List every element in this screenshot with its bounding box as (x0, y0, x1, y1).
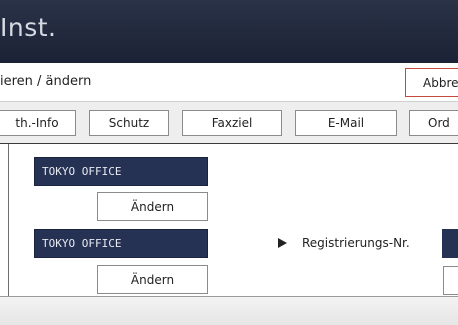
tab-strip: th.-Info Schutz Faxziel E-Mail Ord (0, 101, 458, 145)
edit-button[interactable]: Ändern (97, 265, 208, 294)
registration-number-field[interactable] (442, 229, 458, 258)
title-bar: Inst. (0, 0, 458, 63)
registration-number-label: Registrierungs-Nr. (302, 236, 410, 250)
registration-edit-button[interactable] (443, 266, 458, 295)
name-field[interactable]: TOKYO OFFICE (34, 229, 208, 258)
tab-ordner[interactable]: Ord (409, 110, 458, 136)
tab-e-mail[interactable]: E-Mail (295, 110, 397, 136)
breadcrumb: ieren / ändern (0, 74, 92, 89)
abort-button[interactable]: Abbre (405, 68, 458, 97)
screen-title: Inst. (0, 13, 57, 42)
left-divider (8, 144, 9, 296)
action-row: ieren / ändern (0, 66, 458, 98)
play-arrow-icon (278, 238, 287, 248)
edit-button[interactable]: Ändern (97, 192, 208, 221)
bottom-panel (0, 297, 458, 325)
tab-auth-info[interactable]: th.-Info (0, 110, 76, 136)
name-field[interactable]: TOKYO OFFICE (34, 157, 208, 186)
tab-schutz[interactable]: Schutz (89, 110, 169, 136)
tab-faxziel[interactable]: Faxziel (182, 110, 282, 136)
